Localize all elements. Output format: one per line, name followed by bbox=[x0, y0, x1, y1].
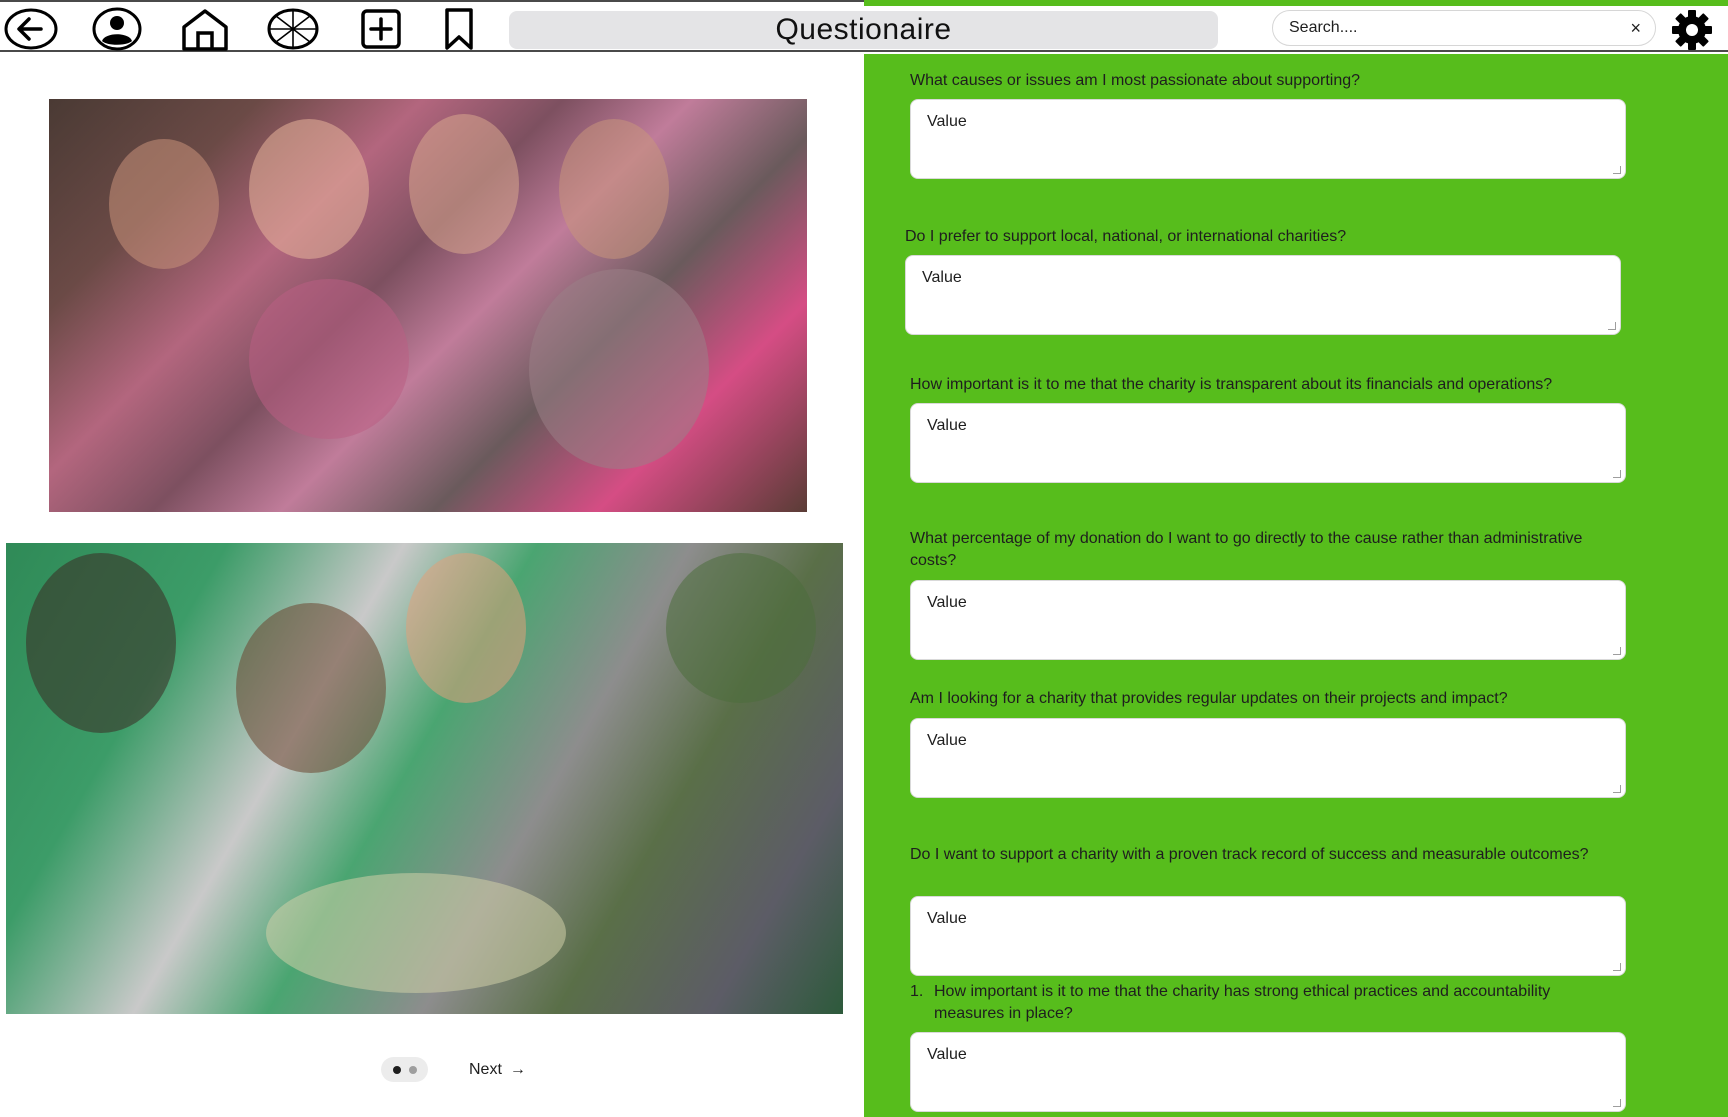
volunteers-photo bbox=[6, 543, 843, 1014]
home-icon[interactable] bbox=[174, 7, 236, 51]
answer-field[interactable]: Value bbox=[910, 896, 1626, 976]
search-bar[interactable]: × bbox=[1272, 10, 1656, 46]
question-number: 1. bbox=[910, 983, 924, 1000]
top-bar: Questionaire × bbox=[0, 0, 1728, 52]
resize-handle-icon[interactable] bbox=[1613, 470, 1621, 478]
add-square-icon[interactable] bbox=[350, 7, 412, 51]
answer-value: Value bbox=[927, 732, 967, 749]
answer-field[interactable]: Value bbox=[910, 718, 1626, 798]
resize-handle-icon[interactable] bbox=[1613, 647, 1621, 655]
close-icon[interactable]: × bbox=[1630, 18, 1641, 38]
question-label: How important is it to me that the chari… bbox=[910, 376, 1553, 393]
answer-value: Value bbox=[927, 113, 967, 130]
answer-value: Value bbox=[922, 269, 962, 286]
user-profile-icon[interactable] bbox=[86, 7, 148, 51]
answer-value: Value bbox=[927, 417, 967, 434]
answer-field[interactable]: Value bbox=[910, 580, 1626, 660]
resize-handle-icon[interactable] bbox=[1613, 166, 1621, 174]
arrow-right-icon: → bbox=[509, 1061, 526, 1078]
answer-field[interactable]: Value bbox=[910, 403, 1626, 483]
question-label: Do I prefer to support local, national, … bbox=[905, 228, 1347, 245]
bookmark-icon[interactable] bbox=[428, 7, 490, 51]
question-label: What causes or issues am I most passiona… bbox=[910, 72, 1361, 89]
gear-icon[interactable] bbox=[1668, 7, 1716, 53]
page-title: Questionaire bbox=[775, 13, 952, 46]
carousel-indicator[interactable] bbox=[381, 1057, 428, 1082]
image-carousel-pane: Next → bbox=[0, 54, 864, 1117]
answer-field[interactable]: Value bbox=[910, 1032, 1626, 1112]
question-label: Do I want to support a charity with a pr… bbox=[910, 846, 1589, 863]
green-accent-strip bbox=[864, 0, 1728, 6]
wheel-icon[interactable] bbox=[262, 7, 324, 51]
next-label: Next bbox=[469, 1061, 502, 1078]
question-text: How important is it to me that the chari… bbox=[934, 983, 1551, 1022]
answer-field[interactable]: Value bbox=[905, 255, 1621, 335]
resize-handle-icon[interactable] bbox=[1613, 1099, 1621, 1107]
carousel-dot-active[interactable] bbox=[392, 1065, 401, 1074]
page-title-bar: Questionaire bbox=[509, 11, 1218, 49]
carousel-dot[interactable] bbox=[408, 1065, 417, 1074]
back-arrow-icon[interactable] bbox=[0, 7, 62, 51]
question-label: Am I looking for a charity that provides… bbox=[910, 690, 1508, 707]
answer-value: Value bbox=[927, 594, 967, 611]
questionnaire-panel: What causes or issues am I most passiona… bbox=[864, 54, 1728, 1117]
resize-handle-icon[interactable] bbox=[1613, 963, 1621, 971]
question-label: What percentage of my donation do I want… bbox=[910, 530, 1583, 569]
answer-value: Value bbox=[927, 910, 967, 927]
children-photo bbox=[49, 99, 807, 512]
answer-value: Value bbox=[927, 1046, 967, 1063]
resize-handle-icon[interactable] bbox=[1608, 322, 1616, 330]
answer-field[interactable]: Value bbox=[910, 99, 1626, 179]
next-button[interactable]: Next → bbox=[469, 1057, 526, 1083]
resize-handle-icon[interactable] bbox=[1613, 785, 1621, 793]
search-input[interactable] bbox=[1289, 19, 1609, 37]
question-label: 1. How important is it to me that the ch… bbox=[910, 981, 1610, 1025]
